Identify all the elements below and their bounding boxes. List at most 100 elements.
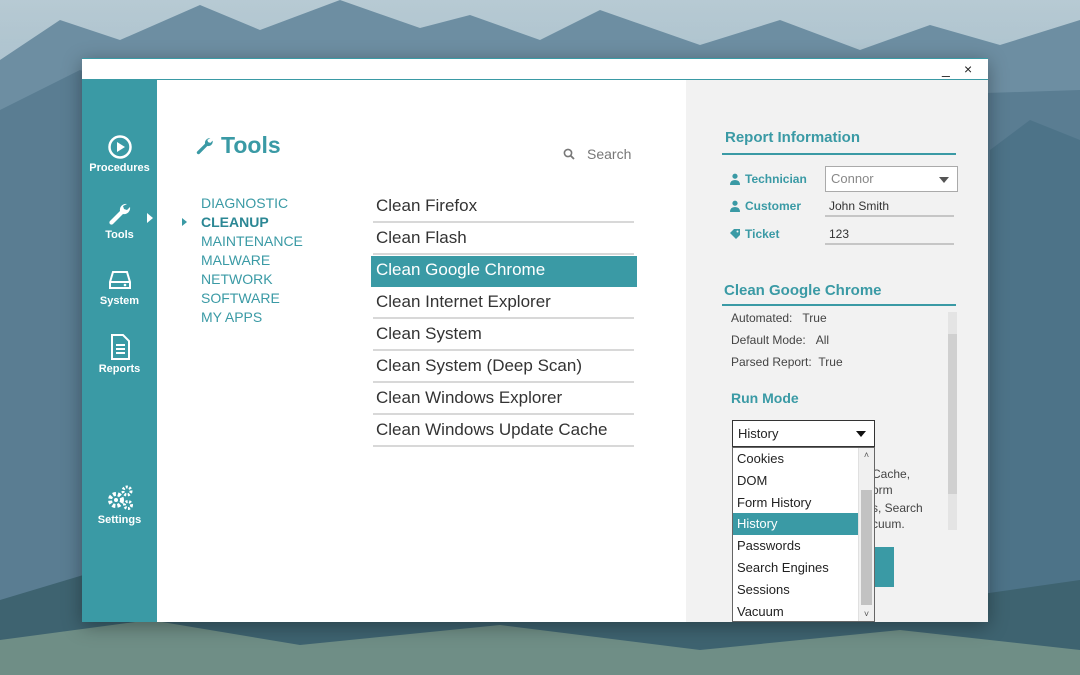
run-mode-select[interactable]: History bbox=[732, 420, 875, 447]
dropdown-option-form-history[interactable]: Form History bbox=[733, 492, 858, 514]
category-malware[interactable]: MALWARE bbox=[201, 251, 303, 270]
category-software[interactable]: SOFTWARE bbox=[201, 289, 303, 308]
technician-select[interactable]: Connor bbox=[825, 166, 958, 192]
caret-right-icon bbox=[182, 218, 187, 226]
gears-icon bbox=[107, 485, 133, 510]
automated-label: Automated: bbox=[731, 311, 793, 325]
dropdown-option-dom[interactable]: DOM bbox=[733, 470, 858, 492]
parsed-report-prop: Parsed Report: True bbox=[731, 355, 843, 369]
sidebar: Procedures Tools System Reports Settings bbox=[82, 80, 157, 622]
section-divider bbox=[722, 304, 956, 306]
task-item[interactable]: Clean System bbox=[373, 320, 634, 351]
dropdown-option-cookies[interactable]: Cookies bbox=[733, 448, 858, 470]
user-icon bbox=[730, 200, 740, 212]
sidebar-item-label: Procedures bbox=[89, 162, 150, 174]
wrench-icon bbox=[108, 203, 130, 225]
category-diagnostic[interactable]: DIAGNOSTIC bbox=[201, 194, 303, 213]
ticket-row: Ticket 123 bbox=[729, 223, 954, 245]
parsed-report-value: True bbox=[818, 355, 843, 369]
scroll-down-icon[interactable]: ˅ bbox=[859, 607, 874, 621]
task-item-selected[interactable]: Clean Google Chrome bbox=[371, 256, 637, 287]
chevron-down-icon bbox=[939, 177, 949, 183]
dropdown-option-search-engines[interactable]: Search Engines bbox=[733, 557, 858, 579]
category-list: DIAGNOSTIC CLEANUP MAINTENANCE MALWARE N… bbox=[182, 194, 303, 327]
app-window: _ × Procedures Tools System Reports Sett… bbox=[82, 58, 988, 622]
task-item[interactable]: Clean Windows Explorer bbox=[373, 384, 634, 415]
technician-label: Technician bbox=[729, 172, 825, 186]
hard-drive-icon bbox=[108, 271, 131, 289]
description-fragment: cuum. bbox=[872, 517, 905, 531]
sidebar-item-procedures[interactable]: Procedures bbox=[82, 134, 157, 174]
dropdown-option-sessions[interactable]: Sessions bbox=[733, 579, 858, 601]
tag-icon bbox=[730, 229, 740, 239]
ticket-label: Ticket bbox=[729, 227, 825, 241]
parsed-report-label: Parsed Report: bbox=[731, 355, 812, 369]
close-button[interactable]: × bbox=[964, 59, 972, 79]
task-item[interactable]: Clean Flash bbox=[373, 224, 634, 255]
search-box[interactable]: Search bbox=[563, 146, 631, 162]
technician-label-text: Technician bbox=[745, 172, 807, 186]
task-item[interactable]: Clean Windows Update Cache bbox=[373, 416, 634, 447]
category-cleanup[interactable]: CLEANUP bbox=[182, 213, 303, 232]
category-my-apps[interactable]: MY APPS bbox=[201, 308, 303, 327]
default-mode-label: Default Mode: bbox=[731, 333, 806, 347]
section-divider bbox=[722, 153, 956, 155]
task-item[interactable]: Clean System (Deep Scan) bbox=[373, 352, 634, 383]
category-cleanup-label: CLEANUP bbox=[201, 214, 269, 230]
description-fragment: s, Search bbox=[872, 501, 923, 515]
customer-row: Customer John Smith bbox=[729, 195, 954, 217]
description-fragment: Cache, bbox=[872, 467, 911, 481]
description-fragment: orm bbox=[872, 483, 893, 497]
default-mode-prop: Default Mode: All bbox=[731, 333, 829, 347]
report-info-title: Report Information bbox=[725, 129, 860, 146]
search-icon bbox=[563, 148, 575, 160]
scrollbar-thumb[interactable] bbox=[948, 334, 957, 494]
run-button[interactable] bbox=[874, 547, 894, 587]
sidebar-item-label: Settings bbox=[97, 514, 142, 526]
document-icon bbox=[110, 334, 130, 360]
sidebar-item-label: System bbox=[99, 295, 140, 307]
page-title-text: Tools bbox=[221, 132, 281, 158]
task-item[interactable]: Clean Internet Explorer bbox=[373, 288, 634, 319]
sidebar-item-label: Reports bbox=[98, 363, 141, 375]
run-mode-title: Run Mode bbox=[731, 390, 799, 406]
user-tie-icon bbox=[730, 173, 740, 185]
dropdown-option-passwords[interactable]: Passwords bbox=[733, 535, 858, 557]
task-details-title: Clean Google Chrome bbox=[724, 282, 882, 299]
scroll-up-icon[interactable]: ˄ bbox=[859, 448, 874, 462]
automated-value: True bbox=[802, 311, 827, 325]
details-scrollbar[interactable] bbox=[948, 312, 957, 530]
title-bar: _ × bbox=[82, 59, 988, 80]
sidebar-item-label: Tools bbox=[105, 229, 134, 241]
customer-label-text: Customer bbox=[745, 199, 802, 213]
category-network[interactable]: NETWORK bbox=[201, 270, 303, 289]
run-mode-select-value: History bbox=[738, 426, 779, 441]
chevron-down-icon bbox=[856, 431, 866, 437]
dropdown-option-vacuum[interactable]: Vacuum bbox=[733, 601, 858, 623]
sidebar-item-reports[interactable]: Reports bbox=[82, 333, 157, 375]
sidebar-item-settings[interactable]: Settings bbox=[82, 484, 157, 526]
scrollbar-thumb[interactable] bbox=[861, 490, 872, 605]
run-mode-dropdown: Cookies DOM Form History History Passwor… bbox=[732, 447, 875, 622]
dropdown-scrollbar[interactable]: ˄ ˅ bbox=[858, 448, 874, 621]
play-circle-icon bbox=[107, 135, 132, 159]
sidebar-item-system[interactable]: System bbox=[82, 267, 157, 307]
customer-field[interactable]: John Smith bbox=[825, 195, 954, 217]
main-content: Tools Search DIAGNOSTIC CLEANUP MAINTENA… bbox=[157, 80, 686, 622]
automated-prop: Automated: True bbox=[731, 311, 827, 325]
ticket-label-text: Ticket bbox=[745, 227, 780, 241]
ticket-field[interactable]: 123 bbox=[825, 223, 954, 245]
category-maintenance[interactable]: MAINTENANCE bbox=[201, 232, 303, 251]
minimize-button[interactable]: _ bbox=[942, 59, 950, 79]
task-list: Clean Firefox Clean Flash Clean Google C… bbox=[371, 192, 637, 448]
technician-row: Technician Connor bbox=[729, 166, 958, 192]
active-indicator-icon bbox=[147, 213, 153, 223]
wrench-icon bbox=[196, 137, 213, 154]
sidebar-item-tools[interactable]: Tools bbox=[82, 201, 157, 241]
dropdown-option-history[interactable]: History bbox=[733, 513, 858, 536]
default-mode-value: All bbox=[815, 333, 830, 347]
customer-label: Customer bbox=[729, 199, 825, 213]
task-item[interactable]: Clean Firefox bbox=[373, 192, 634, 223]
page-title: Tools bbox=[195, 132, 281, 159]
search-input[interactable]: Search bbox=[587, 146, 631, 162]
